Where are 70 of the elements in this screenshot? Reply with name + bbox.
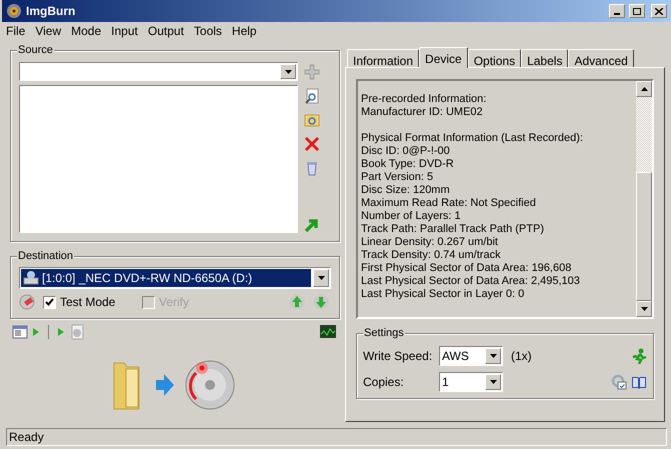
- dropdown-button[interactable]: [485, 348, 501, 364]
- caret-icon: [284, 70, 292, 74]
- info-line: Book Type: DVD-R: [361, 158, 455, 171]
- checkbox[interactable]: [43, 296, 56, 308]
- delete-icon[interactable]: [304, 136, 320, 152]
- field-label: Copies:: [363, 374, 405, 391]
- minimize-button[interactable]: [609, 4, 625, 18]
- scrollbar[interactable]: [636, 81, 652, 317]
- info-line: Linear Density: 0.267 um/bit: [361, 236, 499, 249]
- source-combo[interactable]: [19, 62, 298, 81]
- dropdown-button[interactable]: [485, 374, 501, 390]
- tab[interactable]: Labels: [521, 49, 568, 67]
- info-line: Track Density: 0.74 um/track: [361, 249, 502, 262]
- running-man-icon[interactable]: [631, 348, 647, 364]
- info-line: Last Physical Sector of Data Area: 2,495,103: [361, 275, 581, 288]
- tab[interactable]: Advanced: [568, 49, 634, 67]
- info-line: Last Physical Sector in Layer 0: 0: [361, 288, 526, 301]
- disc-page-icon[interactable]: [69, 324, 85, 340]
- magnifier-folder-icon[interactable]: [304, 112, 320, 128]
- magnifier-page-icon[interactable]: [304, 88, 320, 104]
- drive-name: [1:0:0] _NEC DVD+-RW ND-6650A (D:): [42, 270, 252, 287]
- dropdown-button[interactable]: [280, 64, 296, 79]
- maximize-button[interactable]: [629, 4, 645, 18]
- tab[interactable]: Information: [347, 49, 420, 67]
- menu-item[interactable]: View: [35, 22, 62, 40]
- menu-item[interactable]: Mode: [71, 22, 102, 40]
- info-line: Disc ID: 0@P-!-00: [361, 145, 451, 158]
- caret-icon: [490, 354, 496, 358]
- menu-item[interactable]: Input: [111, 22, 138, 40]
- info-line: Pre-recorded Information:: [361, 93, 488, 106]
- copies-combo[interactable]: 1: [439, 372, 503, 392]
- graph-icon[interactable]: [320, 324, 336, 340]
- app-icon: [6, 3, 22, 19]
- write-speed-combo[interactable]: AWS: [439, 346, 503, 366]
- arrow-icon[interactable]: [304, 217, 320, 233]
- drive-combo[interactable]: [1:0:0] _NEC DVD+-RW ND-6650A (D:): [19, 267, 331, 289]
- caret-icon: [490, 380, 496, 384]
- checkbox-label: Test Mode: [60, 294, 116, 311]
- menu-item[interactable]: File: [6, 22, 26, 40]
- tab[interactable]: Options: [468, 49, 522, 67]
- info-line: Number of Layers: 1: [361, 210, 462, 223]
- field-label: Write Speed:: [363, 348, 434, 365]
- gear-checklist-icon[interactable]: [611, 374, 627, 390]
- close-icon: [655, 8, 663, 14]
- log-window-icon[interactable]: [12, 324, 28, 340]
- close-button[interactable]: [651, 4, 667, 18]
- caret-icon: [318, 276, 324, 280]
- status-text: Ready: [9, 429, 44, 446]
- info-line: Physical Format Information (Last Recorded):: [361, 132, 584, 145]
- trash-icon[interactable]: [304, 160, 320, 176]
- tab[interactable]: Device: [419, 47, 468, 68]
- info-line: Disc Size: 120mm: [361, 184, 451, 197]
- maximize-icon: [633, 8, 641, 14]
- menu-item[interactable]: Help: [232, 22, 257, 40]
- info-line: First Physical Sector of Data Area: 196,608: [361, 262, 572, 275]
- up-caret-icon[interactable]: [640, 87, 648, 91]
- info-line: Part Version: 5: [361, 171, 434, 184]
- info-line: Track Path: Parallel Track Path (PTP): [361, 223, 545, 236]
- menu-item[interactable]: Tools: [194, 22, 222, 40]
- down-caret-icon[interactable]: [640, 307, 648, 311]
- dropdown-button[interactable]: [313, 269, 329, 287]
- info-line: Maximum Read Rate: Not Specified: [361, 197, 537, 210]
- window-title: ImgBurn: [26, 3, 76, 20]
- drive-icon: [23, 270, 39, 286]
- eraser-disc-icon[interactable]: [19, 294, 35, 310]
- menu-item[interactable]: Output: [148, 22, 184, 40]
- group-label: Settings: [363, 326, 405, 340]
- book-icon[interactable]: [631, 374, 647, 390]
- speed-value: (1x): [511, 348, 533, 365]
- info-line: Manufacturer ID: UME02: [361, 106, 484, 119]
